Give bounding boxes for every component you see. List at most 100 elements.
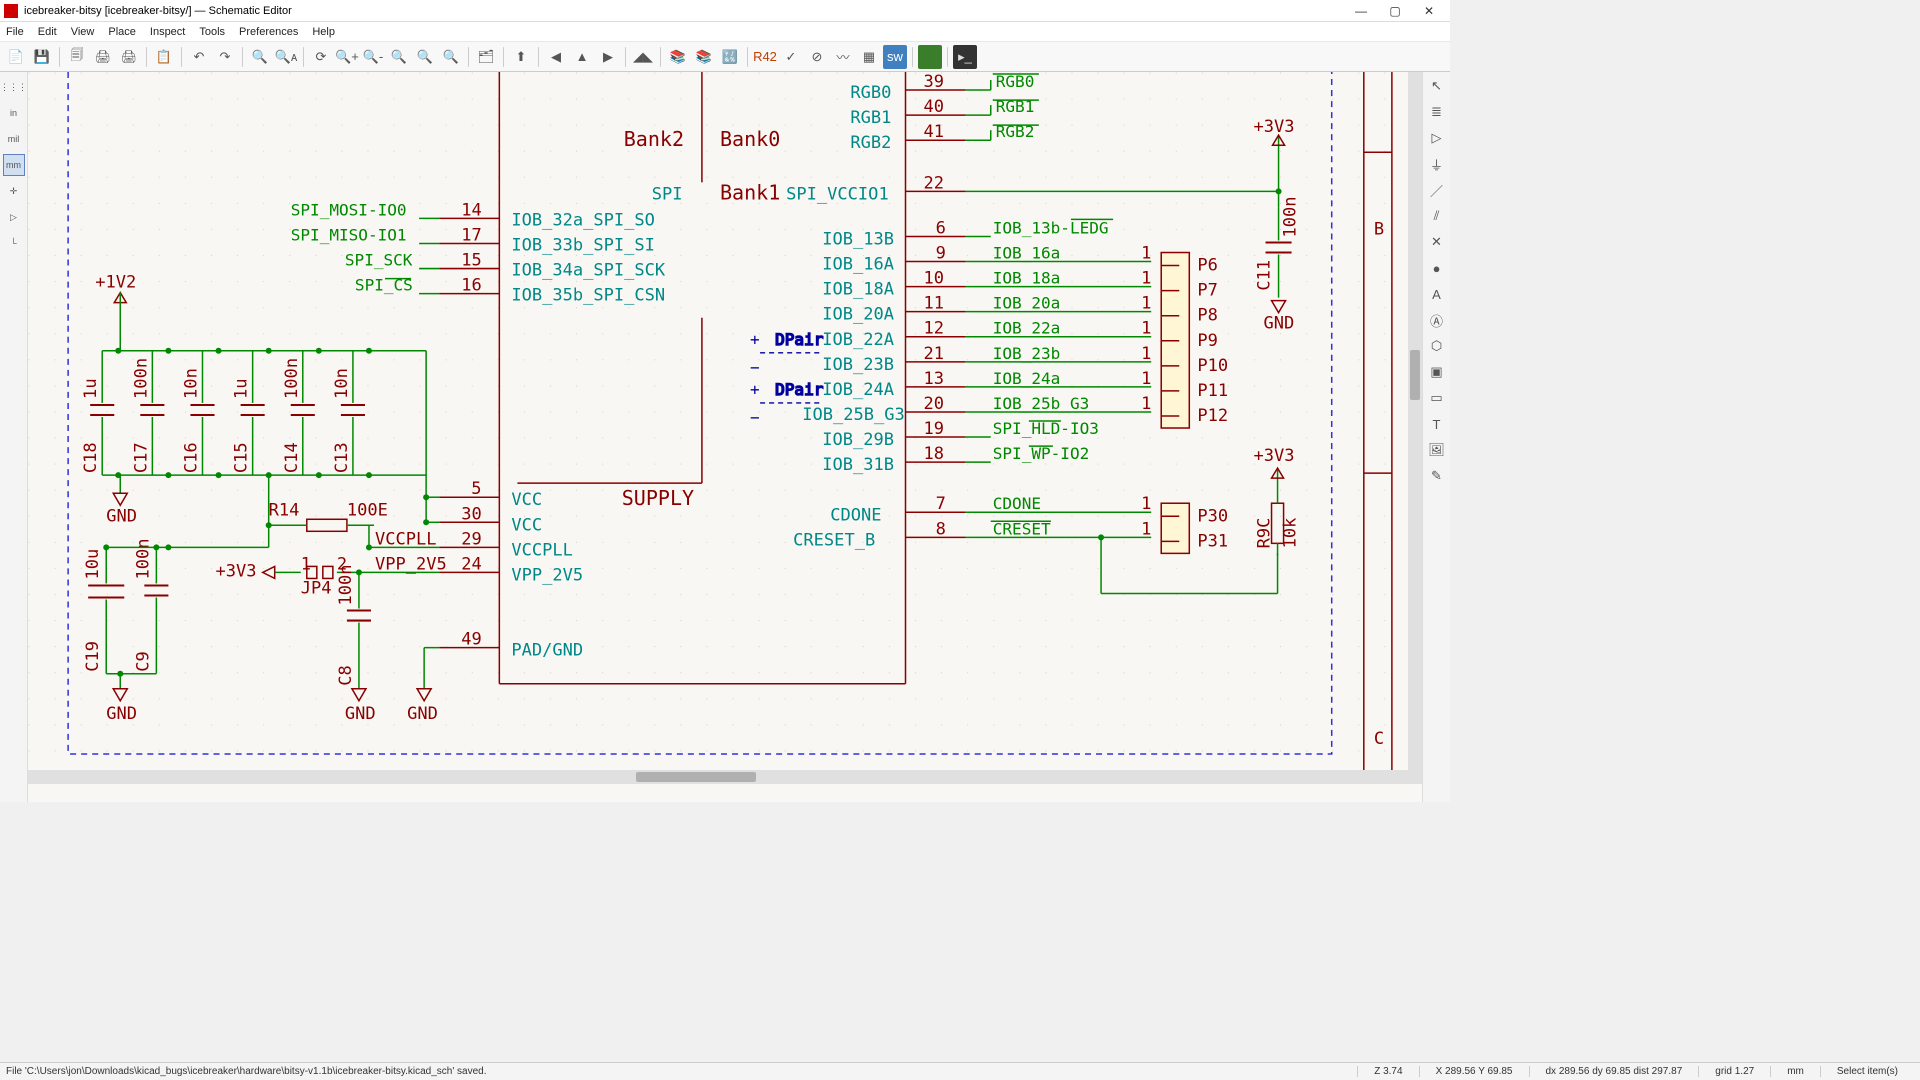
add-wire-icon[interactable]: ／ [1427,180,1447,200]
free-angle-icon[interactable]: └ [3,232,25,254]
menu-place[interactable]: Place [108,26,136,38]
zoom-out-icon[interactable]: 🔍- [361,45,385,69]
zoom-fit-icon[interactable]: 🔍 [387,45,411,69]
nav-back-icon[interactable]: ◀ [544,45,568,69]
svg-text:C8: C8 [336,665,356,686]
open-pcb-icon[interactable] [918,45,942,69]
svg-text:40: 40 [924,97,945,117]
svg-text:CDONE: CDONE [830,505,881,525]
add-symbol-icon[interactable]: ▷ [1427,128,1447,148]
hierarchy-icon[interactable]: 🗂 [474,45,498,69]
add-netclass-icon[interactable]: Ⓐ [1427,310,1447,330]
plot-icon[interactable]: 🖨 [117,45,141,69]
undo-icon[interactable]: ↶ [187,45,211,69]
close-button[interactable]: ✕ [1412,1,1446,21]
refresh-icon[interactable]: ⟳ [309,45,333,69]
svg-text:B: B [1374,219,1384,239]
add-global-label-icon[interactable]: ⬡ [1427,336,1447,356]
mirror-icon[interactable]: ◢◣ [631,45,655,69]
schematic-canvas[interactable]: B C Bank2 Bank0 Bank1 SPI SPI_VCCIO1 SUP… [28,72,1422,802]
units-mil[interactable]: mil [3,128,25,150]
add-noconn-icon[interactable]: ✕ [1427,232,1447,252]
delete-tool-icon[interactable]: ✎ [1427,466,1447,486]
svg-text:VCCPLL: VCCPLL [511,540,573,560]
hidden-pins-icon[interactable]: ▷ [3,206,25,228]
annotate-icon[interactable]: R42 [753,45,777,69]
menu-tools[interactable]: Tools [199,26,225,38]
redo-icon[interactable]: ↷ [213,45,237,69]
svg-text:CRESET_B: CRESET_B [793,530,875,550]
add-power-icon[interactable]: ⏚ [1427,154,1447,174]
svg-text:IOB_16a: IOB_16a [993,244,1061,263]
find-icon[interactable]: 🔍 [248,45,272,69]
export-netlist-icon[interactable]: sw [883,45,907,69]
svg-text:10k: 10k [1281,518,1301,549]
nav-fwd-icon[interactable]: ▶ [596,45,620,69]
zoom-objects-icon[interactable]: 🔍 [413,45,437,69]
leave-sheet-icon[interactable]: ⬆ [509,45,533,69]
menu-view[interactable]: View [71,26,95,38]
svg-text:−: − [750,408,760,427]
paste-icon[interactable]: 📋 [152,45,176,69]
maximize-button[interactable]: ▢ [1378,1,1412,21]
add-text-icon[interactable]: T [1427,414,1447,434]
svg-text:6: 6 [936,218,946,238]
svg-text:1: 1 [1141,344,1151,364]
zoom-selection-icon[interactable]: 🔍 [439,45,463,69]
symbol-browser-icon[interactable]: 📚 [692,45,716,69]
vertical-scrollbar[interactable] [1408,72,1422,770]
save-icon[interactable]: 💾 [30,45,54,69]
select-tool-icon[interactable]: ↖ [1427,76,1447,96]
svg-text:C17: C17 [131,442,151,473]
svg-text:C15: C15 [232,442,252,473]
svg-text:100E: 100E [347,500,388,520]
erc-icon[interactable]: ✓ [779,45,803,69]
svg-text:+1V2: +1V2 [95,273,136,293]
add-hier-label-icon[interactable]: ▣ [1427,362,1447,382]
nav-up-icon[interactable]: ▲ [570,45,594,69]
menu-preferences[interactable]: Preferences [239,26,298,38]
units-in[interactable]: in [3,102,25,124]
menu-inspect[interactable]: Inspect [150,26,185,38]
grid-icon[interactable]: ⋮⋮⋮ [3,76,25,98]
page-settings-icon[interactable]: 🗐 [65,45,89,69]
add-bus-icon[interactable]: ⫽ [1427,206,1447,226]
svg-text:1: 1 [1141,269,1151,289]
script-console-icon[interactable]: ▸_ [953,45,977,69]
window-title: icebreaker-bitsy [icebreaker-bitsy/] — S… [24,5,1344,17]
menu-help[interactable]: Help [312,26,335,38]
units-mm[interactable]: mm [3,154,25,176]
cursor-full-icon[interactable]: ✛ [3,180,25,202]
find-replace-icon[interactable]: 🔍ᴀ [274,45,298,69]
svg-text:100n: 100n [1281,196,1301,237]
svg-text:DPair: DPair [775,330,824,349]
svg-text:R9C: R9C [1255,518,1275,549]
svg-text:GND: GND [345,704,376,724]
svg-text:100n: 100n [282,358,302,399]
simulate-icon[interactable]: 〰 [831,45,855,69]
new-icon[interactable]: 📄 [4,45,28,69]
svg-text:GND: GND [1264,314,1295,334]
horizontal-scrollbar[interactable] [28,770,1422,784]
add-image-icon[interactable]: 🖼 [1427,440,1447,460]
svg-text:Bank0: Bank0 [720,127,780,151]
status-message: File 'C:\Users\jon\Downloads\kicad_bugs\… [6,1066,1357,1077]
minimize-button[interactable]: — [1344,1,1378,21]
symbol-editor-icon[interactable]: 📚 [666,45,690,69]
bom-icon[interactable]: ▦ [857,45,881,69]
erc-exclusions-icon[interactable]: ⊘ [805,45,829,69]
svg-text:P11: P11 [1197,381,1228,401]
add-junction-icon[interactable]: ● [1427,258,1447,278]
menu-edit[interactable]: Edit [38,26,57,38]
svg-text:+3V3: +3V3 [1253,117,1294,137]
menu-file[interactable]: File [6,26,24,38]
svg-text:100n: 100n [336,565,356,606]
highlight-net-icon[interactable]: ≣ [1427,102,1447,122]
add-sheet-icon[interactable]: ▭ [1427,388,1447,408]
add-label-icon[interactable]: A [1427,284,1447,304]
print-icon[interactable]: 🖨 [91,45,115,69]
svg-text:VCC: VCC [511,490,542,510]
footprint-assign-icon[interactable]: 🔣 [718,45,742,69]
schematic-svg: B C Bank2 Bank0 Bank1 SPI SPI_VCCIO1 SUP… [28,72,1422,784]
zoom-in-icon[interactable]: 🔍+ [335,45,359,69]
